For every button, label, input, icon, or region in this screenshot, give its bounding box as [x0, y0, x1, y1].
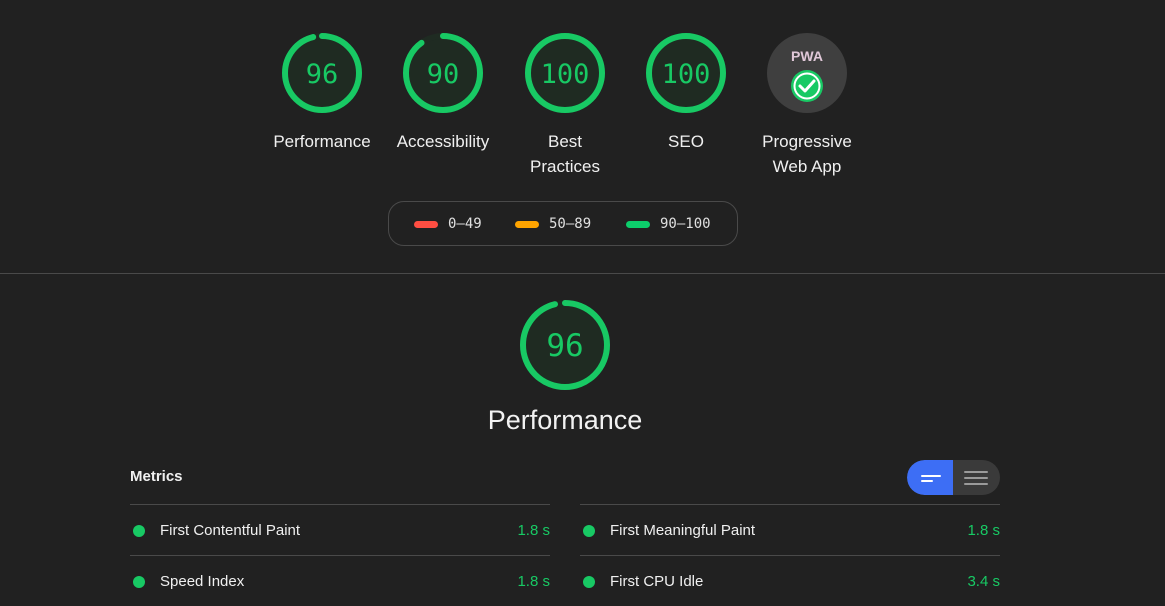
legend-item-pass: 90–100 [626, 216, 711, 232]
metric-name: First Contentful Paint [160, 522, 301, 539]
metrics-header: Metrics [130, 468, 183, 485]
section-divider [0, 273, 1165, 274]
pwa-badge: PWA [767, 33, 847, 113]
metric-name: First Meaningful Paint [610, 522, 756, 539]
metric-row: First CPU Idle 3.4 s [580, 555, 1000, 606]
metric-value: 3.4 s [967, 573, 1000, 590]
gauge-pwa[interactable]: PWA Progressive Web App [751, 31, 863, 179]
legend-range: 50–89 [549, 216, 592, 232]
legend-range: 0–49 [448, 216, 482, 232]
gauge-label: Performance [273, 132, 371, 151]
legend-range: 90–100 [660, 216, 711, 232]
metrics-column-left: First Contentful Paint 1.8 s Speed Index… [130, 504, 550, 606]
gauge-ring: 90 [403, 33, 483, 113]
pass-indicator-icon [133, 525, 145, 537]
performance-score: 96 [546, 328, 583, 364]
metric-row: First Contentful Paint 1.8 s [130, 504, 550, 555]
metric-value: 1.8 s [517, 573, 550, 590]
legend-swatch [626, 220, 650, 228]
gauge-ring: 96 [282, 33, 362, 113]
pass-indicator-icon [583, 525, 595, 537]
metric-name: First CPU Idle [610, 573, 704, 590]
metrics-view-toggle[interactable] [907, 460, 1000, 495]
lighthouse-report: 96 Performance 90 Accessibility 100 Best… [0, 0, 1165, 606]
gauge-ring: 100 [646, 33, 726, 113]
metric-value: 1.8 s [967, 522, 1000, 539]
gauge-label: Progressive Web App [762, 132, 852, 176]
gauge-best-practices[interactable]: 100 Best Practices [509, 31, 621, 179]
metric-name: Speed Index [160, 573, 245, 590]
performance-gauge: 96 [520, 300, 610, 390]
opportunity-view-icon[interactable] [907, 460, 953, 495]
metric-value: 1.8 s [517, 522, 550, 539]
gauge-label: SEO [668, 132, 704, 151]
category-gauges: 96 Performance 90 Accessibility 100 Best… [0, 31, 1165, 181]
gauge-score: 90 [427, 59, 460, 90]
metrics-column-right: First Meaningful Paint 1.8 s First CPU I… [580, 504, 1000, 606]
legend-item-average: 50–89 [515, 216, 591, 232]
legend-swatch [414, 220, 438, 228]
list-view-icon[interactable] [954, 460, 1000, 495]
metric-row: First Meaningful Paint 1.8 s [580, 504, 1000, 555]
check-circle-icon [791, 70, 823, 102]
gauge-score: 96 [306, 59, 339, 90]
score-legend: 0–49 50–89 90–100 [388, 201, 738, 246]
gauge-label: Best Practices [530, 132, 600, 176]
gauge-label: Accessibility [396, 132, 490, 151]
gauge-ring: 100 [525, 33, 605, 113]
gauge-score: 100 [662, 59, 711, 90]
gauge-seo[interactable]: 100 SEO [630, 31, 742, 154]
section-title: Performance [487, 405, 643, 435]
gauge-performance[interactable]: 96 Performance [266, 31, 378, 154]
gauge-accessibility[interactable]: 90 Accessibility [387, 31, 499, 154]
pass-indicator-icon [583, 576, 595, 588]
legend-swatch [515, 220, 539, 228]
legend-item-fail: 0–49 [414, 216, 482, 232]
pwa-logo-text: PWA [791, 48, 823, 64]
pass-indicator-icon [133, 576, 145, 588]
metric-row: Speed Index 1.8 s [130, 555, 550, 606]
gauge-score: 100 [541, 59, 590, 90]
